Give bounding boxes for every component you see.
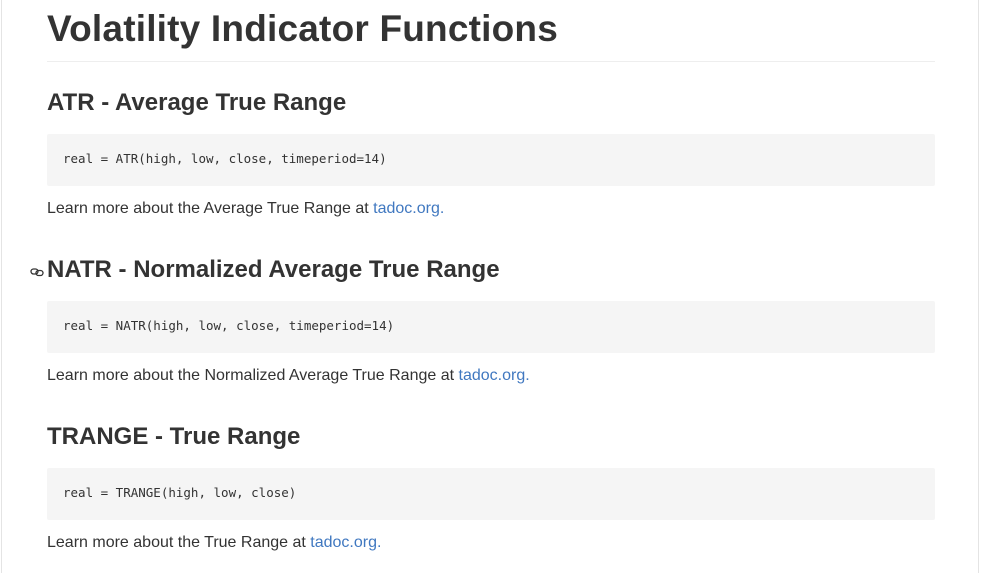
tadoc-link[interactable]: tadoc.org	[373, 200, 440, 217]
link-icon[interactable]	[30, 265, 44, 277]
code-block: real = NATR(high, low, close, timeperiod…	[47, 301, 935, 353]
section-heading: NATR - Normalized Average True Range	[47, 256, 500, 283]
title-divider	[47, 61, 935, 62]
learn-more-label: Learn more about the Average True Range …	[47, 200, 374, 217]
link-period: .	[377, 534, 382, 551]
learn-more-text: Learn more about the Average True Range …	[47, 200, 444, 218]
tadoc-link[interactable]: tadoc.org	[310, 534, 377, 551]
code-block: real = ATR(high, low, close, timeperiod=…	[47, 134, 935, 186]
section-heading: TRANGE - True Range	[47, 423, 301, 450]
link-period: .	[525, 367, 530, 384]
page-title: Volatility Indicator Functions	[47, 8, 559, 49]
link-period: .	[439, 200, 445, 217]
learn-more-label: Learn more about the True Range at	[47, 534, 311, 551]
section-heading: ATR - Average True Range	[47, 89, 347, 116]
code-block: real = TRANGE(high, low, close)	[47, 468, 935, 520]
tadoc-link[interactable]: tadoc.org	[459, 367, 526, 384]
learn-more-text: Learn more about the True Range at tadoc…	[47, 534, 381, 552]
learn-more-text: Learn more about the Normalized Average …	[47, 367, 530, 385]
learn-more-label: Learn more about the Normalized Average …	[47, 367, 459, 384]
